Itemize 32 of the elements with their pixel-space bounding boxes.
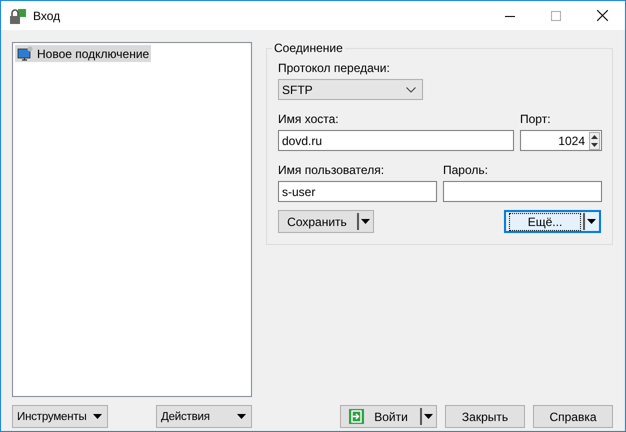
monitor-icon [17, 46, 33, 62]
port-field[interactable]: 1024 [520, 130, 602, 151]
group-title: Соединение [272, 41, 345, 55]
spin-down-icon[interactable] [590, 140, 599, 148]
close-icon[interactable] [597, 10, 608, 21]
spin-up-icon[interactable] [590, 132, 599, 140]
host-label: Имя хоста: [278, 112, 340, 126]
login-button[interactable]: Войти [340, 405, 437, 428]
window-title: Вход [33, 8, 60, 22]
chevron-down-icon [406, 86, 416, 92]
caret-icon [361, 219, 370, 224]
enter-icon [349, 409, 364, 424]
host-field[interactable]: dovd.ru [278, 130, 514, 151]
username-field[interactable]: s-user [278, 181, 437, 202]
close-button[interactable]: Закрыть [445, 405, 525, 428]
lock-icon [9, 6, 27, 24]
password-field[interactable] [443, 181, 602, 202]
caret-icon [93, 414, 102, 419]
password-label: Пароль: [443, 163, 489, 177]
username-label: Имя пользователя: [278, 163, 386, 177]
caret-icon [424, 414, 433, 419]
protocol-label: Протокол передачи: [278, 61, 391, 75]
caret-icon [237, 414, 246, 419]
save-button[interactable]: Сохранить [278, 210, 374, 233]
caret-icon [587, 219, 596, 224]
protocol-dropdown[interactable]: SFTP [278, 79, 423, 100]
actions-button[interactable]: Действия [156, 405, 252, 428]
more-button[interactable]: Ещё... [504, 210, 601, 233]
help-button[interactable]: Справка [533, 405, 613, 428]
site-item[interactable]: Новое подключение [15, 45, 152, 62]
tools-button[interactable]: Инструменты [12, 405, 108, 428]
port-label: Порт: [520, 112, 552, 126]
